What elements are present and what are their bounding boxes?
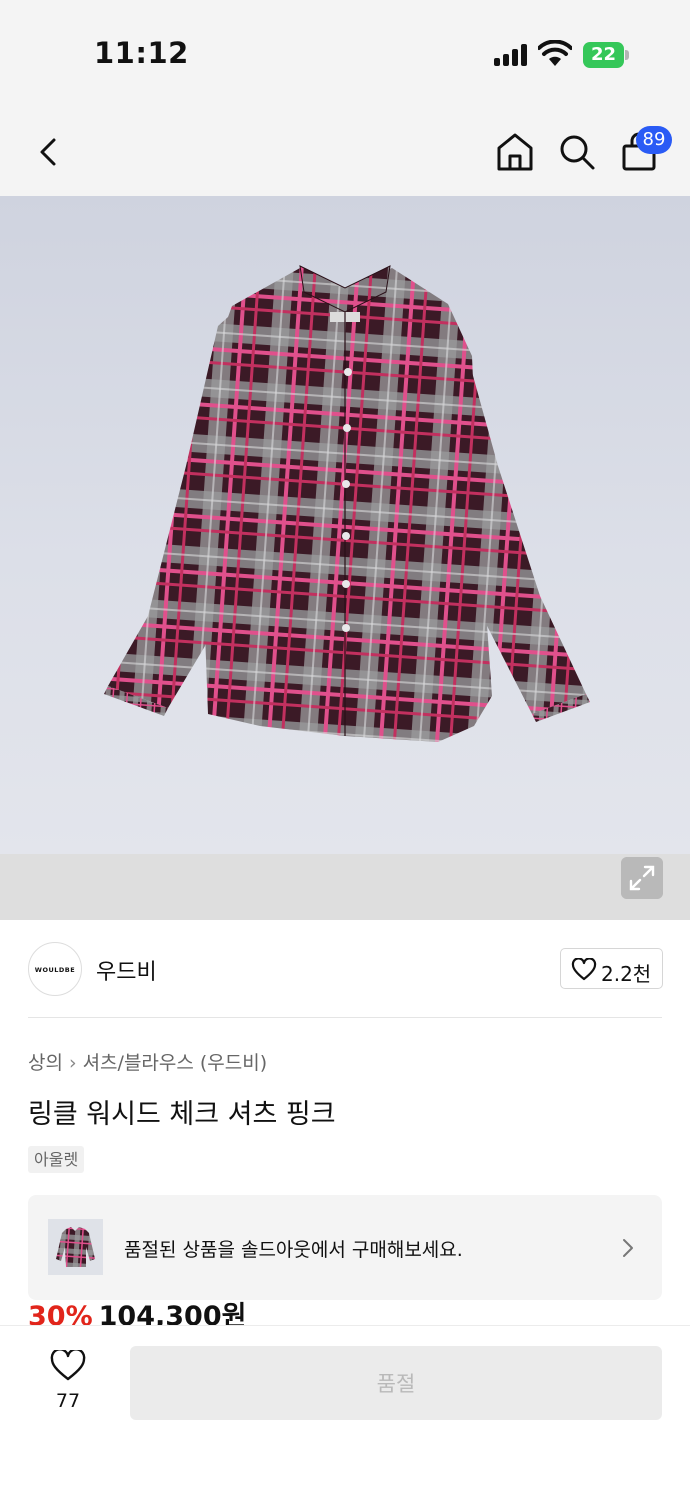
status-bar: 11:12 22 (0, 0, 690, 108)
sale-price: 104,300원 (98, 1301, 247, 1326)
heart-icon (50, 1350, 86, 1381)
nav-bar: 89 (0, 108, 690, 196)
wifi-icon (538, 40, 572, 66)
search-icon[interactable] (556, 130, 598, 174)
battery-level: 22 (583, 42, 624, 68)
price-row: 30% 104,300원 (28, 1294, 246, 1326)
soldout-thumbnail (48, 1219, 103, 1275)
wishlist-count: 77 (55, 1390, 81, 1412)
breadcrumb: 상의 › 셔츠/블라우스 (우드비) (28, 1048, 267, 1075)
image-thumbnail-strip (0, 854, 690, 920)
outlet-tag: 아울렛 (28, 1146, 85, 1173)
cart-badge: 89 (636, 126, 672, 154)
soldout-banner[interactable]: 품절된 상품을 솔드아웃에서 구매해보세요. (28, 1195, 662, 1300)
divider (28, 1017, 662, 1018)
heart-icon (571, 958, 597, 981)
status-time: 11:12 (94, 36, 189, 70)
breadcrumb-item-subcategory[interactable]: 셔츠/블라우스 (우드비) (83, 1052, 268, 1074)
brand-name[interactable]: 우드비 (96, 954, 157, 986)
product-image[interactable] (0, 196, 690, 854)
home-icon[interactable] (494, 130, 536, 174)
plaid-shirt-image (104, 265, 590, 742)
chevron-right-icon (623, 1239, 633, 1257)
product-title: 링클 워시드 체크 셔츠 핑크 (28, 1099, 336, 1130)
soldout-banner-text: 품절된 상품을 솔드아웃에서 구매해보세요. (124, 1239, 463, 1261)
brand-logo[interactable]: WOULDBE (28, 942, 82, 996)
discount-rate: 30% (28, 1301, 93, 1326)
cellular-signal-icon (494, 44, 528, 66)
brand-like-button[interactable]: 2.2천 (560, 948, 663, 989)
battery-icon: 22 (583, 42, 629, 68)
chevron-right-icon: › (68, 1052, 77, 1074)
breadcrumb-item-category[interactable]: 상의 (28, 1052, 63, 1074)
brand-like-count: 2.2천 (601, 962, 652, 986)
expand-icon[interactable] (621, 857, 663, 899)
soldout-buy-button[interactable]: 품절 (130, 1346, 662, 1420)
back-button[interactable] (30, 130, 70, 174)
